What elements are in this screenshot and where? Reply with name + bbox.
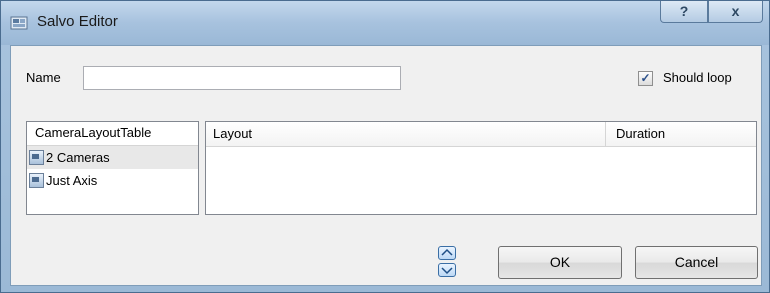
layout-duration-table[interactable]: Layout Duration [205,121,757,215]
camera-layout-icon [29,173,44,188]
column-header-duration[interactable]: Duration [606,122,665,146]
camera-layout-list-header: CameraLayoutTable [27,122,198,146]
chevron-up-icon [441,248,453,256]
list-item[interactable]: Just Axis [27,169,198,192]
reorder-controls [438,246,458,280]
should-loop-label: Should loop [663,70,732,85]
camera-layout-icon [29,150,44,165]
salvo-editor-window: Salvo Editor ? x Name ✓ Should loop Came… [0,0,770,293]
camera-layout-list[interactable]: CameraLayoutTable 2 Cameras Just Axis [26,121,199,215]
dialog-body: Name ✓ Should loop CameraLayoutTable 2 C… [10,45,762,286]
window-title: Salvo Editor [37,13,118,30]
window-icon [10,16,28,30]
help-button[interactable]: ? [660,1,708,23]
list-item-label: 2 Cameras [46,150,110,165]
name-label: Name [26,70,61,85]
name-input[interactable] [83,66,401,90]
list-item[interactable]: 2 Cameras [27,146,198,169]
column-header-layout[interactable]: Layout [206,122,606,146]
should-loop-checkbox[interactable]: ✓ [638,71,653,86]
chevron-down-icon [441,267,453,275]
move-down-button[interactable] [438,263,456,277]
move-up-button[interactable] [438,246,456,260]
table-header: Layout Duration [206,122,756,147]
cancel-button[interactable]: Cancel [635,246,758,279]
title-bar[interactable]: Salvo Editor ? x [1,1,769,45]
ok-button[interactable]: OK [498,246,622,279]
close-button[interactable]: x [708,1,763,23]
list-item-label: Just Axis [46,173,98,188]
